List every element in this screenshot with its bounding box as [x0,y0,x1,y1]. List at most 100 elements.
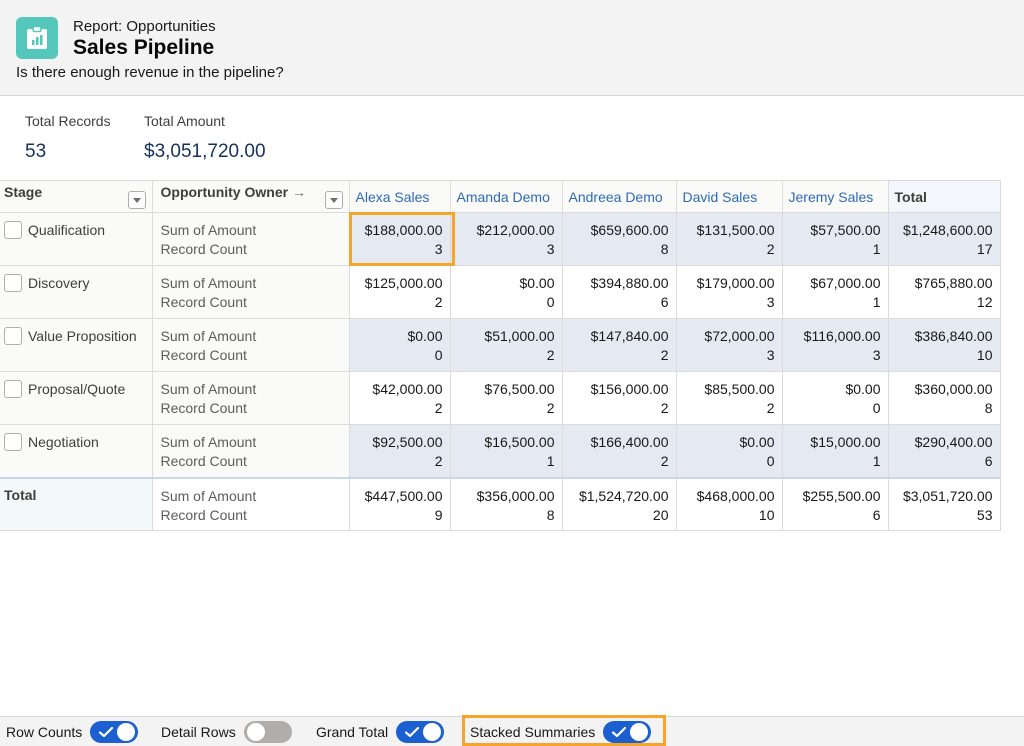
detail-rows-toggle[interactable] [243,721,292,743]
row-total-cell[interactable]: $360,000.00 8 [888,371,1001,425]
value-cell[interactable]: $92,500.00 2 [349,424,451,478]
amount-value: $212,000.00 [476,222,555,238]
value-cell[interactable]: $16,500.00 1 [450,424,563,478]
sum-of-amount-label: Sum of Amount [160,381,257,397]
grand-total-toggle[interactable] [396,721,445,743]
amount-value: $92,500.00 [372,434,443,450]
arrow-right-icon: → [292,184,307,200]
table-row: Value Proposition Sum of Amount Record Co… [0,318,1001,372]
amount-value: $15,000.00 [810,434,881,450]
count-value: 53 [976,506,993,523]
stacked-summaries-toggle-group: Stacked Summaries [470,717,652,746]
total-value-cell[interactable]: $356,000.00 8 [450,476,563,531]
count-value: 2 [434,453,443,469]
row-checkbox[interactable] [4,327,22,345]
table-row: Qualification Sum of Amount Record Count … [0,212,1001,266]
table-row: Proposal/Quote Sum of Amount Record Count… [0,371,1001,425]
row-checkbox[interactable] [4,221,22,239]
owner-sort-dropdown-icon[interactable] [324,191,343,209]
value-cell[interactable]: $57,500.00 1 [782,212,889,266]
count-value: 10 [976,347,993,363]
stage-cell: Negotiation [0,424,153,478]
amount-value: $188,000.00 [364,222,443,238]
column-header-jeremy-sales[interactable]: Jeremy Sales [782,180,889,213]
row-total-cell[interactable]: $765,880.00 12 [888,265,1001,319]
value-cell[interactable]: $67,000.00 1 [782,265,889,319]
total-value-cell[interactable]: $468,000.00 10 [676,476,783,531]
row-total-cell[interactable]: $386,840.00 10 [888,318,1001,372]
row-counts-toggle-group: Row Counts [6,717,139,746]
value-cell[interactable]: $394,880.00 6 [562,265,677,319]
amount-value: $468,000.00 [696,487,775,504]
row-total-cell[interactable]: $1,248,600.00 17 [888,212,1001,266]
value-cell[interactable]: $116,000.00 3 [782,318,889,372]
table-row: Discovery Sum of Amount Record Count $125… [0,265,1001,319]
value-cell[interactable]: $125,000.00 2 [349,265,451,319]
row-counts-toggle[interactable] [90,721,139,743]
value-cell[interactable]: $212,000.00 3 [450,212,563,266]
count-value: 2 [546,347,555,363]
row-total-cell[interactable]: $290,400.00 6 [888,424,1001,478]
count-value: 6 [660,294,669,310]
row-counts-label: Row Counts [6,724,83,740]
count-value: 3 [872,347,881,363]
value-cell[interactable]: $0.00 0 [782,371,889,425]
column-header-amanda-demo[interactable]: Amanda Demo [450,180,563,213]
value-cell[interactable]: $76,500.00 2 [450,371,563,425]
owner-column-header[interactable]: Opportunity Owner → [152,180,350,213]
value-cell[interactable]: $85,500.00 2 [676,371,783,425]
value-cell[interactable]: $147,840.00 2 [562,318,677,372]
stage-label: Negotiation [28,434,99,450]
stage-column-header[interactable]: Stage [0,180,153,213]
count-value: 2 [434,294,443,310]
count-value: 3 [766,347,775,363]
count-value: 0 [546,294,555,310]
total-value-cell[interactable]: $447,500.00 9 [349,476,451,531]
count-value: 2 [766,241,775,257]
count-value: 1 [872,241,881,257]
value-cell[interactable]: $15,000.00 1 [782,424,889,478]
grand-total-cell[interactable]: $3,051,720.00 53 [888,476,1001,531]
sum-of-amount-label: Sum of Amount [160,487,257,504]
stage-sort-dropdown-icon[interactable] [127,191,146,209]
amount-value: $76,500.00 [484,381,555,397]
stacked-summaries-toggle[interactable] [603,721,652,743]
column-header-alexa-sales[interactable]: Alexa Sales [349,180,451,213]
amount-value: $290,400.00 [914,434,993,450]
value-cell[interactable]: $42,000.00 2 [349,371,451,425]
total-value-cell[interactable]: $1,524,720.00 20 [562,476,677,531]
count-value: 1 [872,453,881,469]
value-cell[interactable]: $156,000.00 2 [562,371,677,425]
count-value: 2 [546,400,555,416]
count-value: 3 [434,241,443,257]
value-cell[interactable]: $0.00 0 [450,265,563,319]
row-checkbox[interactable] [4,274,22,292]
report-footer-toolbar: Row Counts Detail Rows Grand Total Stack… [0,716,1024,746]
sum-of-amount-label: Sum of Amount [160,328,257,344]
grand-total-label: Grand Total [316,724,389,740]
value-cell[interactable]: $659,600.00 8 [562,212,677,266]
sum-of-amount-label: Sum of Amount [160,222,257,238]
value-cell[interactable]: $179,000.00 3 [676,265,783,319]
record-count-label: Record Count [160,453,247,469]
value-cell[interactable]: $51,000.00 2 [450,318,563,372]
amount-value: $255,500.00 [802,487,881,504]
count-value: 0 [872,400,881,416]
count-value: 2 [660,400,669,416]
value-cell[interactable]: $0.00 0 [349,318,451,372]
value-cell[interactable]: $188,000.00 3 [349,212,451,266]
column-header-david-sales[interactable]: David Sales [676,180,783,213]
value-cell[interactable]: $72,000.00 3 [676,318,783,372]
value-cell[interactable]: $131,500.00 2 [676,212,783,266]
detail-rows-toggle-group: Detail Rows [161,717,292,746]
row-checkbox[interactable] [4,433,22,451]
total-records-value: 53 [25,141,47,162]
total-value-cell[interactable]: $255,500.00 6 [782,476,889,531]
amount-value: $57,500.00 [810,222,881,238]
amount-value: $179,000.00 [696,275,775,291]
row-checkbox[interactable] [4,380,22,398]
column-header-andreea-demo[interactable]: Andreea Demo [562,180,677,213]
value-cell[interactable]: $0.00 0 [676,424,783,478]
stage-label: Value Proposition [28,328,137,344]
value-cell[interactable]: $166,400.00 2 [562,424,677,478]
